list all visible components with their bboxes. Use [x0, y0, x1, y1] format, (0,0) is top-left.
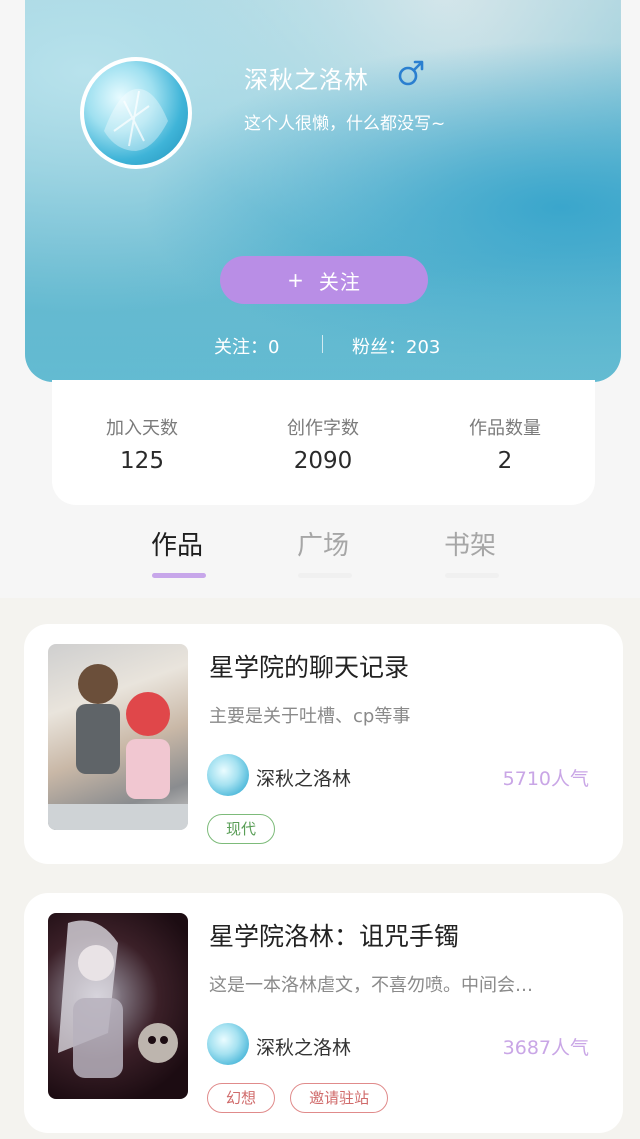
- genre-tag[interactable]: 现代: [207, 814, 276, 844]
- follow-button-label: 关注: [318, 269, 361, 294]
- tab-label: 作品: [150, 531, 203, 561]
- cover-illustration-icon: [58, 920, 178, 1078]
- tab-label: 书架: [443, 531, 496, 561]
- work-title[interactable]: 星学院的聊天记录: [209, 648, 409, 684]
- work-title[interactable]: 星学院洛林：诅咒手镯: [209, 917, 459, 953]
- follow-button[interactable]: + 关注: [220, 256, 428, 304]
- stat-works-count: 作品数量 2: [425, 414, 585, 474]
- tab-indicator: [152, 573, 206, 578]
- cover-illustration-icon: [48, 664, 188, 830]
- follow-stats: 关注：0 粉丝：203: [0, 333, 640, 359]
- stat-word-count: 创作字数 2090: [243, 414, 403, 474]
- tab-indicator: [298, 573, 352, 578]
- stat-label: 加入天数: [106, 418, 178, 439]
- stat-label: 作品数量: [469, 418, 541, 439]
- invite-tag[interactable]: 邀请驻站: [290, 1083, 389, 1113]
- follow-stats-divider: [322, 335, 323, 353]
- tag-list: 幻想 邀请驻站: [207, 1083, 398, 1115]
- author-avatar[interactable]: [207, 1023, 249, 1065]
- genre-tag[interactable]: 幻想: [207, 1083, 276, 1113]
- stat-value: 125: [120, 448, 164, 474]
- tab-label: 广场: [296, 531, 349, 561]
- followers-count[interactable]: 粉丝：203: [352, 333, 440, 359]
- popularity-count: 5710人气: [502, 768, 589, 790]
- tab-bar: 作品 广场 书架: [0, 525, 640, 585]
- author-name[interactable]: 深秋之洛林: [256, 1033, 351, 1060]
- author-avatar[interactable]: [207, 754, 249, 796]
- tab-indicator: [445, 573, 499, 578]
- author-row: 深秋之洛林 5710人气: [207, 754, 589, 798]
- work-card[interactable]: 星学院的聊天记录 主要是关于吐槽、cp等事 深秋之洛林 5710人气 现代: [24, 624, 623, 864]
- stat-label: 创作字数: [287, 418, 359, 439]
- male-symbol-icon: [398, 60, 424, 86]
- stat-value: 2: [497, 448, 513, 474]
- author-name[interactable]: 深秋之洛林: [256, 764, 351, 791]
- tab-bookshelf[interactable]: 书架: [420, 525, 520, 578]
- tag-list: 现代: [207, 814, 285, 846]
- stat-join-days: 加入天数 125: [62, 414, 222, 474]
- work-description: 主要是关于吐槽、cp等事: [209, 706, 411, 727]
- profile-page: 深秋之洛林 这个人很懒，什么都没写~ + 关注 关注：0 粉丝：203 加入天数…: [0, 0, 640, 1139]
- work-description: 这是一本洛林虐文，不喜勿喷。中间会…: [209, 975, 533, 996]
- plus-icon: +: [287, 268, 305, 292]
- following-count[interactable]: 关注：0: [214, 333, 279, 359]
- avatar-image: [84, 61, 188, 165]
- tab-works[interactable]: 作品: [127, 525, 227, 578]
- avatar[interactable]: [80, 57, 192, 169]
- work-cover-image[interactable]: [48, 913, 188, 1099]
- avatar-illustration-icon: [104, 88, 168, 151]
- user-name: 深秋之洛林: [244, 66, 369, 94]
- popularity-count: 3687人气: [502, 1037, 589, 1059]
- author-row: 深秋之洛林 3687人气: [207, 1023, 589, 1067]
- user-bio: 这个人很懒，什么都没写~: [244, 114, 446, 134]
- tab-square[interactable]: 广场: [273, 525, 373, 578]
- stat-value: 2090: [293, 448, 353, 474]
- work-card[interactable]: 星学院洛林：诅咒手镯 这是一本洛林虐文，不喜勿喷。中间会… 深秋之洛林 3687…: [24, 893, 623, 1133]
- stats-card: 加入天数 125 创作字数 2090 作品数量 2: [52, 380, 595, 505]
- profile-header: [25, 0, 621, 382]
- work-cover-image[interactable]: [48, 644, 188, 830]
